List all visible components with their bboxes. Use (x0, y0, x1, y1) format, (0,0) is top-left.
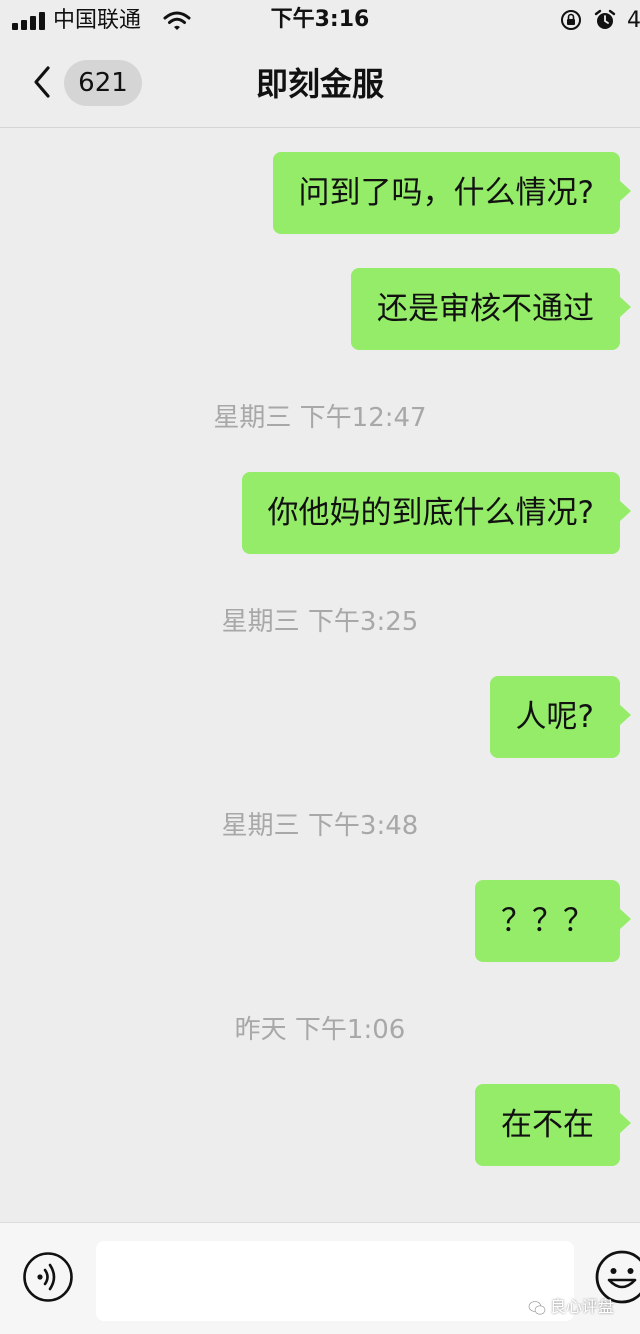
sent-message-bubble[interactable]: ？？？ (475, 880, 631, 962)
message-timestamp: 星期三 下午12:47 (213, 403, 427, 433)
chat-title: 即刻金服 (255, 65, 384, 103)
sent-message-bubble[interactable]: 人呢? (489, 676, 632, 758)
message-timestamp: 星期三 下午3:48 (221, 811, 419, 841)
sent-message-bubble[interactable]: 还是审核不通过 (351, 268, 631, 350)
nav-bar: 621 即刻金服 (0, 40, 640, 128)
message-row: ？？？ (475, 880, 631, 962)
sent-message-bubble[interactable]: 在不在 (475, 1084, 631, 1166)
status-bar: 中国联通 下午3:16 4 (0, 0, 640, 40)
status-extra: 4 (627, 8, 640, 33)
watermark-text: 良心评盘 (550, 1297, 615, 1316)
sent-message-bubble[interactable]: 你他妈的到底什么情况? (241, 472, 632, 554)
message-row: 你他妈的到底什么情况? (241, 472, 632, 554)
message-timestamp: 昨天 下午1:06 (234, 1015, 406, 1045)
watermark: 良心评盘 (528, 1295, 614, 1319)
rotation-lock-icon (561, 10, 581, 30)
voice-icon (37, 1263, 56, 1291)
status-time: 下午3:16 (270, 7, 370, 32)
chat-message-list[interactable]: 问到了吗，什么情况? 还是审核不通过 星期三 下午12:47 你他妈的到底什么情… (0, 128, 640, 1222)
message-input[interactable] (96, 1241, 574, 1321)
wechat-logo-icon (528, 1300, 546, 1314)
message-timestamp: 星期三 下午3:25 (221, 607, 419, 637)
message-row: 在不在 (475, 1084, 631, 1166)
message-row: 人呢? (489, 676, 632, 758)
emoji-icon (607, 1268, 637, 1289)
message-row: 还是审核不通过 (351, 268, 631, 350)
sent-message-bubble[interactable]: 问到了吗，什么情况? (272, 152, 632, 234)
alarm-icon (594, 9, 616, 29)
message-row: 问到了吗，什么情况? (272, 152, 632, 234)
voice-button[interactable] (22, 1251, 74, 1303)
